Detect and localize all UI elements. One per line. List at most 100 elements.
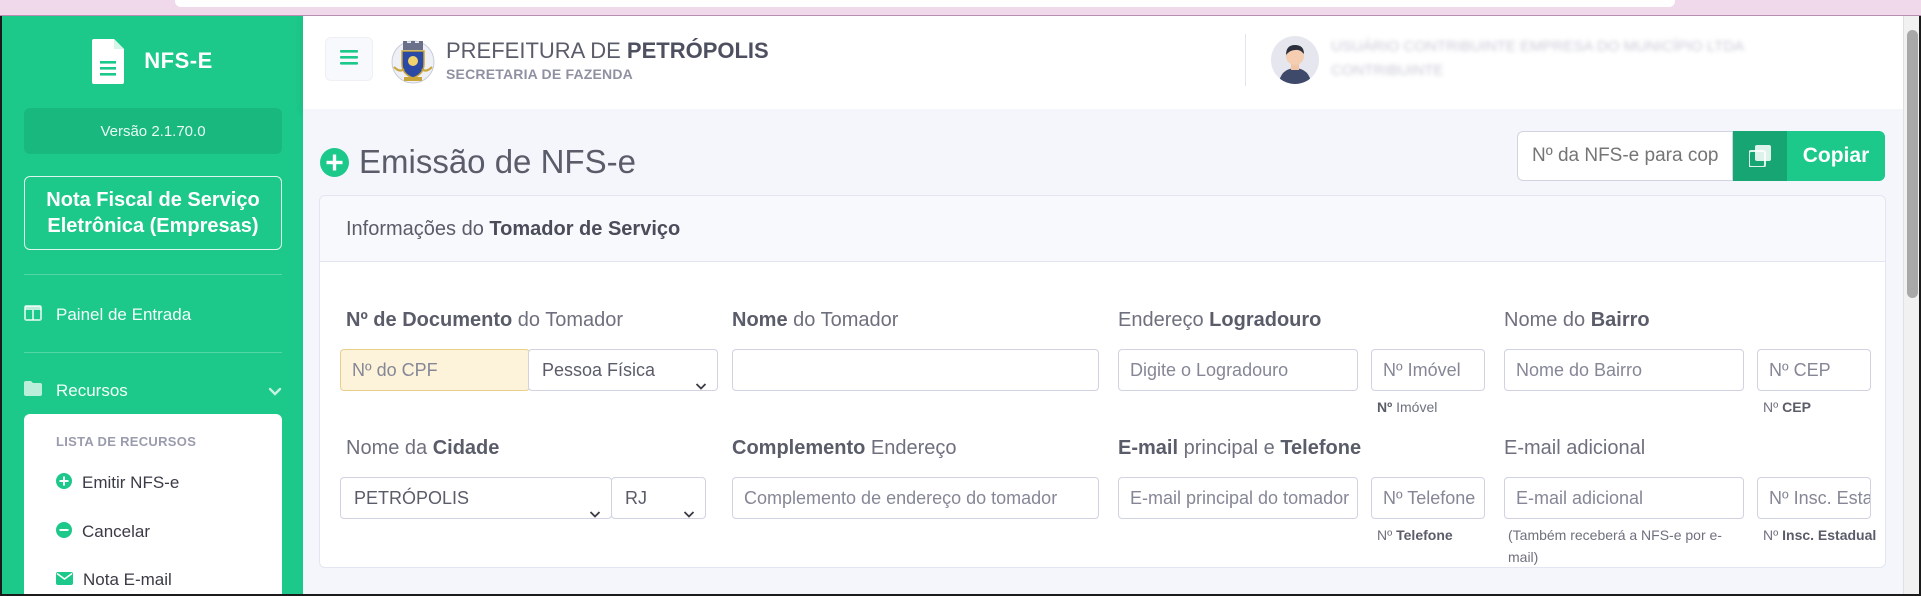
avatar[interactable] xyxy=(1271,36,1319,84)
bairro-input[interactable]: Nome do Bairro xyxy=(1504,349,1744,391)
cep-help: Nº CEP xyxy=(1763,396,1811,418)
label-bold: Nº de Documento xyxy=(346,309,513,331)
cpf-input[interactable]: Nº do CPF xyxy=(340,349,530,391)
submenu-item-cancelar[interactable]: Cancelar xyxy=(56,519,150,545)
numero-imovel-help: Nº Imóvel xyxy=(1377,396,1437,418)
copy-icon xyxy=(1733,131,1787,181)
card-header: Informações do Tomador de Serviço xyxy=(320,196,1885,262)
label-bold: E-mail xyxy=(1118,437,1179,459)
label-bold: Logradouro xyxy=(1209,309,1322,331)
submenu-item-label: Cancelar xyxy=(82,522,151,541)
email-telefone-label: E-mail principal e Telefone xyxy=(1118,437,1361,460)
logradouro-label: Endereço Logradouro xyxy=(1118,309,1321,332)
label-bold: Bairro xyxy=(1590,309,1650,331)
browser-top-strip xyxy=(0,0,1921,16)
complemento-input[interactable]: Complemento de endereço do tomador xyxy=(732,477,1099,519)
label-bold: Cidade xyxy=(432,437,500,459)
page-scrollbar[interactable] xyxy=(1903,16,1919,594)
plus-circle-icon xyxy=(320,147,349,177)
submenu-item-emitir[interactable]: Emitir NFS-e xyxy=(56,470,179,496)
user-name[interactable]: USUÁRIO CONTRIBUINTE EMPRESA DO MUNICÍPI… xyxy=(1331,38,1744,55)
email-adicional-label: E-mail adicional xyxy=(1504,437,1646,459)
prefecture-title: PREFEITURA DE PETRÓPOLIS xyxy=(446,38,769,64)
card-title: Informações do Tomador de Serviço xyxy=(346,218,680,241)
topbar: PREFEITURA DE PETRÓPOLIS SECRETARIA DE F… xyxy=(303,16,1903,109)
telefone-help: Nº Telefone xyxy=(1377,524,1453,546)
sidebar-item-label: Painel de Entrada xyxy=(56,305,192,324)
select-value: PETRÓPOLIS xyxy=(354,488,470,508)
cep-input[interactable]: Nº CEP xyxy=(1757,349,1871,391)
prefecture-title-plain: PREFEITURA DE xyxy=(446,38,627,63)
copy-button-label: Copiar xyxy=(1802,144,1870,167)
chevron-down-icon xyxy=(695,365,707,390)
label-bold: Complemento xyxy=(732,437,866,459)
telefone-input[interactable]: Nº Telefone xyxy=(1371,477,1485,519)
sidebar-item-painel[interactable]: Painel de Entrada xyxy=(24,300,282,330)
city-crest-logo xyxy=(390,37,436,85)
email-adicional-help: (Também receberá a NFS-e por e-mail) xyxy=(1508,527,1722,565)
sidebar-divider xyxy=(24,352,282,353)
help-bold: Insc. Estadual xyxy=(1782,527,1877,543)
help-plain: Imóvel xyxy=(1392,399,1438,415)
resources-submenu: LISTA DE RECURSOS Emitir NFS-e Cancelar … xyxy=(24,414,282,594)
page-title-text: Emissão de NFS-e xyxy=(359,143,636,180)
help-bold: CEP xyxy=(1782,399,1811,415)
sidebar-divider xyxy=(24,274,282,275)
columns-icon xyxy=(24,304,42,326)
envelope-icon xyxy=(56,570,73,590)
scrollbar-thumb[interactable] xyxy=(1907,30,1918,298)
label-plain: do Tomador xyxy=(512,309,624,331)
copy-button[interactable]: Copiar xyxy=(1733,131,1885,181)
label-bold: Nome xyxy=(732,309,788,331)
nome-label: Nome do Tomador xyxy=(732,309,898,332)
topbar-divider xyxy=(1245,34,1246,86)
inscricao-estadual-help: Nº Insc. Estadual xyxy=(1763,524,1876,546)
email-adicional-input[interactable]: E-mail adicional xyxy=(1504,477,1744,519)
submenu-item-label: Emitir NFS-e xyxy=(82,473,180,492)
bairro-label: Nome do Bairro xyxy=(1504,309,1650,332)
hamburger-icon xyxy=(340,49,358,70)
sidebar-toggle-button[interactable] xyxy=(325,37,373,81)
chevron-down-icon xyxy=(268,382,282,402)
logradouro-input[interactable]: Digite o Logradouro xyxy=(1118,349,1358,391)
submenu-item-label: Nota E-mail xyxy=(83,570,172,589)
folder-icon xyxy=(24,381,42,401)
page-title: Emissão de NFS-e xyxy=(320,143,636,181)
label-plain: Endereço xyxy=(1118,309,1210,331)
sidebar-item-label: Recursos xyxy=(56,381,128,400)
inscricao-estadual-input[interactable]: Nº Insc. Estadual xyxy=(1757,477,1871,519)
prefecture-title-city: PETRÓPOLIS xyxy=(626,38,769,63)
cidade-label: Nome da Cidade xyxy=(346,437,499,460)
cidade-select[interactable]: PETRÓPOLIS xyxy=(340,477,612,519)
copy-nfse-number-input[interactable] xyxy=(1517,131,1733,181)
submenu-item-nota-email[interactable]: Nota E-mail xyxy=(56,567,172,593)
chevron-down-icon xyxy=(683,493,695,518)
sidebar-item-recursos[interactable]: Recursos xyxy=(24,376,282,406)
version-badge: Versão 2.1.70.0 xyxy=(24,108,282,154)
app-window: NFS-E Versão 2.1.70.0 Nota Fiscal de Ser… xyxy=(0,16,1921,596)
card-title-bold: Tomador de Serviço xyxy=(489,218,681,240)
select-value: RJ xyxy=(625,488,647,508)
sidebar-brand[interactable]: NFS-E xyxy=(2,36,303,86)
prefecture-subtitle: SECRETARIA DE FAZENDA xyxy=(446,66,633,82)
user-role: CONTRIBUINTE xyxy=(1331,62,1444,79)
select-value: Pessoa Física xyxy=(542,360,656,380)
help-bold: Telefone xyxy=(1396,527,1453,543)
label-plain: Nome do xyxy=(1504,309,1591,331)
pessoa-type-select[interactable]: Pessoa Física xyxy=(528,349,718,391)
numero-imovel-input[interactable]: Nº Imóvel xyxy=(1371,349,1485,391)
label-bold: Telefone xyxy=(1280,437,1362,459)
document-icon xyxy=(92,38,125,84)
complemento-label: Complemento Endereço xyxy=(732,437,957,460)
nome-tomador-input[interactable] xyxy=(732,349,1099,391)
main-content: Emissão de NFS-e Copiar Informações do T… xyxy=(303,109,1903,594)
brand-title: NFS-E xyxy=(144,48,213,73)
documento-label: Nº de Documento do Tomador xyxy=(346,309,623,332)
card-title-plain: Informações do xyxy=(346,218,490,240)
email-principal-input[interactable]: E-mail principal do tomador xyxy=(1118,477,1358,519)
help-plain: Nº xyxy=(1377,527,1397,543)
company-mode-button[interactable]: Nota Fiscal de Serviço Eletrônica (Empre… xyxy=(24,176,282,250)
label-plain: do Tomador xyxy=(787,309,899,331)
label-plain: Nome da xyxy=(346,437,433,459)
uf-select[interactable]: RJ xyxy=(611,477,706,519)
